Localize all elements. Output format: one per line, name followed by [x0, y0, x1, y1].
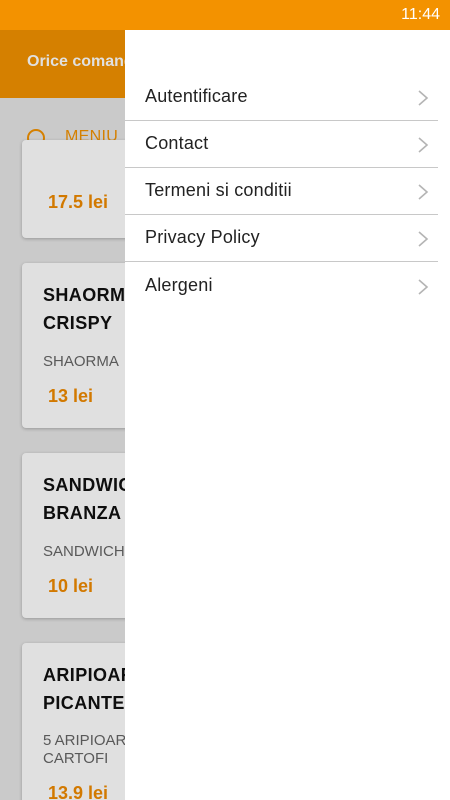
- drawer-item-privacy-policy[interactable]: Privacy Policy: [125, 215, 438, 262]
- drawer-item-label: Contact: [145, 133, 209, 153]
- drawer-item-label: Privacy Policy: [145, 227, 260, 247]
- chevron-right-icon: [418, 279, 429, 295]
- drawer-item-alergeni[interactable]: Alergeni: [125, 263, 438, 310]
- status-bar: 11:44: [0, 0, 450, 30]
- chevron-right-icon: [418, 90, 429, 106]
- chevron-right-icon: [418, 231, 429, 247]
- chevron-right-icon: [418, 137, 429, 153]
- drawer-item-label: Alergeni: [145, 275, 213, 295]
- navigation-drawer: Autentificare Contact Termeni si conditi…: [125, 30, 450, 800]
- drawer-item-label: Termeni si conditii: [145, 180, 292, 200]
- chevron-right-icon: [418, 184, 429, 200]
- drawer-item-autentificare[interactable]: Autentificare: [125, 74, 438, 121]
- drawer-item-contact[interactable]: Contact: [125, 121, 438, 168]
- drawer-item-termeni[interactable]: Termeni si conditii: [125, 168, 438, 215]
- drawer-item-label: Autentificare: [145, 86, 248, 106]
- status-time: 11:44: [401, 6, 440, 23]
